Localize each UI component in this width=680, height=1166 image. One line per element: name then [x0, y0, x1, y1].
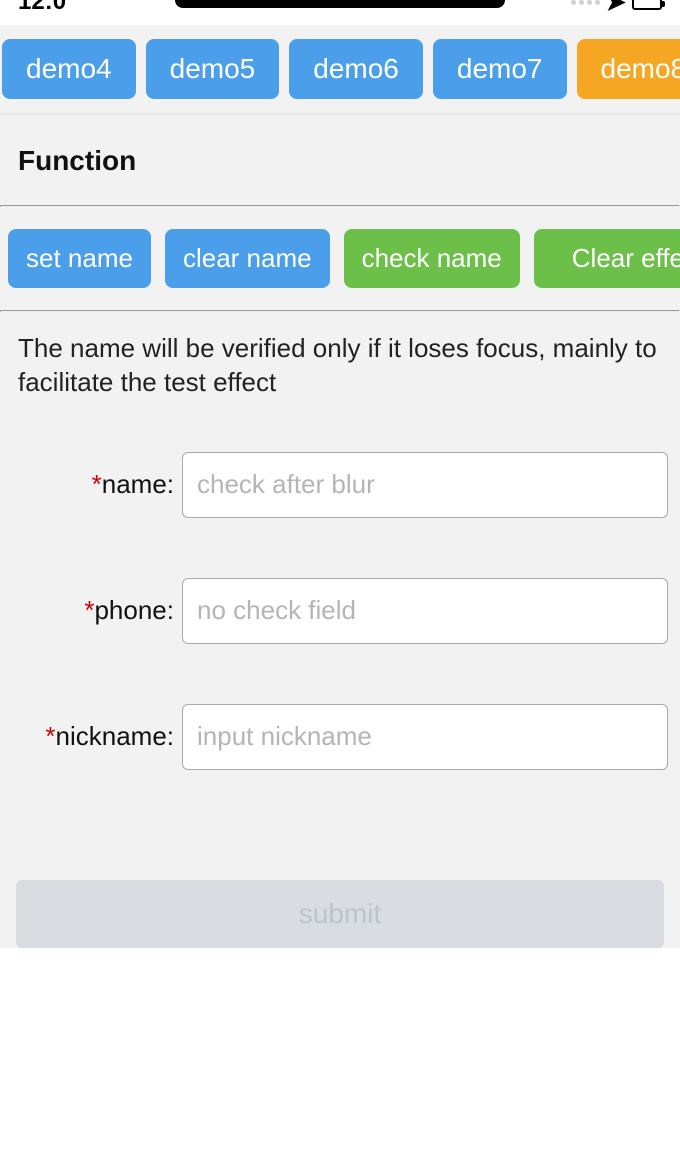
tab-demo5[interactable]: demo5: [146, 39, 280, 99]
name-label: *name:: [12, 469, 182, 500]
nickname-label: *nickname:: [12, 721, 182, 752]
status-time: 12:0: [18, 0, 66, 16]
tab-demo8[interactable]: demo8: [577, 39, 680, 99]
status-bar: 12:0 ➤: [0, 0, 680, 24]
status-right: ➤: [571, 0, 662, 17]
clear-effect-button[interactable]: Clear effect: [534, 229, 680, 288]
check-name-button[interactable]: check name: [344, 229, 520, 288]
clear-name-button[interactable]: clear name: [165, 229, 330, 288]
form: *name: *phone: *nickname:: [0, 410, 680, 870]
demo-tabs: demo4 demo5 demo6 demo7 demo8: [0, 25, 680, 115]
location-icon: ➤: [606, 0, 626, 17]
signal-icon: [571, 0, 600, 5]
required-mark: *: [84, 595, 94, 625]
phone-input[interactable]: [182, 578, 668, 644]
action-buttons: set name clear name check name Clear eff…: [0, 207, 680, 310]
required-mark: *: [92, 469, 102, 499]
name-input[interactable]: [182, 452, 668, 518]
form-row-phone: *phone:: [12, 578, 668, 644]
form-row-name: *name:: [12, 452, 668, 518]
tab-demo6[interactable]: demo6: [289, 39, 423, 99]
required-mark: *: [45, 721, 55, 751]
form-row-nickname: *nickname:: [12, 704, 668, 770]
battery-icon: [632, 0, 662, 10]
tab-demo7[interactable]: demo7: [433, 39, 567, 99]
section-title: Function: [18, 145, 662, 177]
tab-demo4[interactable]: demo4: [2, 39, 136, 99]
submit-button[interactable]: submit: [16, 880, 664, 948]
description-text: The name will be verified only if it los…: [0, 312, 680, 410]
nickname-input[interactable]: [182, 704, 668, 770]
set-name-button[interactable]: set name: [8, 229, 151, 288]
phone-label: *phone:: [12, 595, 182, 626]
function-section: Function: [0, 115, 680, 205]
device-notch: [175, 0, 505, 8]
